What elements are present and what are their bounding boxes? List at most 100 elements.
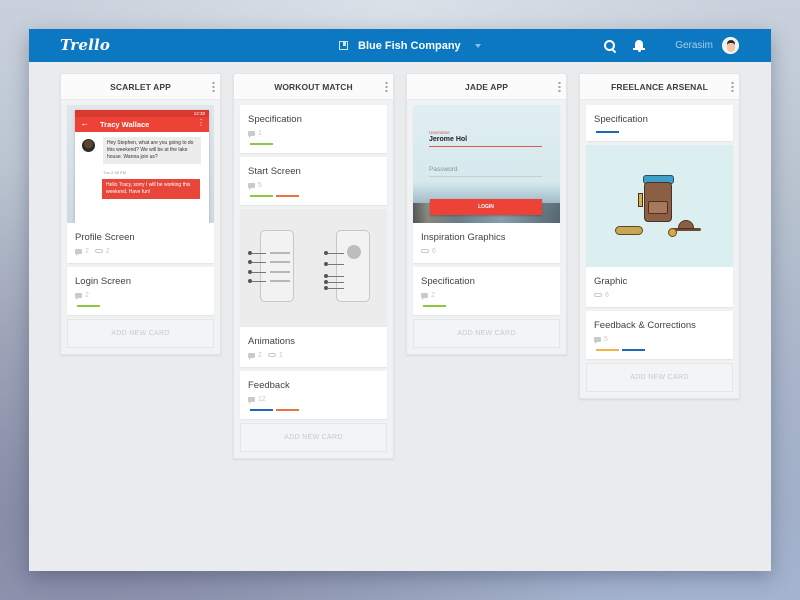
label-blue <box>596 131 619 133</box>
board-name: Blue Fish Company <box>358 39 461 52</box>
comment-count: 2 <box>431 291 435 299</box>
list-title[interactable]: JADE APP <box>465 82 508 92</box>
board-switcher[interactable]: Blue Fish Company <box>339 29 481 62</box>
bell-icon[interactable] <box>633 39 646 53</box>
card-cover-login-mockup: Username Jerome Hol Password LOGIN <box>413 105 560 223</box>
comment-icon <box>594 336 601 344</box>
annotation-line <box>252 262 266 263</box>
list-header: JADE APP <box>407 74 566 100</box>
password-placeholder: Password <box>429 166 458 173</box>
annotation-line <box>252 281 266 282</box>
list-title[interactable]: FREELANCE ARSENAL <box>611 82 708 92</box>
card-badges: 5 <box>248 181 379 190</box>
wireframe-row <box>270 252 290 254</box>
card-badges: 6 <box>594 291 725 299</box>
attachments-badge: 6 <box>594 292 609 299</box>
card-cover-backpack-illustration <box>586 145 733 267</box>
card[interactable]: Specification 2 <box>413 267 560 315</box>
card-body: Graphic 6 <box>586 267 733 307</box>
card-body: Specification <box>586 105 733 141</box>
card[interactable]: Login Screen 2 <box>67 267 214 315</box>
user-avatar[interactable] <box>722 37 739 54</box>
incoming-message: Hey Stephen, what are you going to do th… <box>103 137 201 164</box>
card-list: Specification 1 Start Screen 5 Animations 2… <box>234 100 393 419</box>
add-new-card-button[interactable]: ADD NEW CARD <box>240 423 387 452</box>
card[interactable]: 12:30 ← Tracy Wallace ⋮ Hey Stephen, wha… <box>67 105 214 263</box>
add-new-card-button[interactable]: ADD NEW CARD <box>586 363 733 392</box>
card[interactable]: Specification <box>586 105 733 141</box>
card-labels <box>77 305 206 307</box>
wireframe-phone-right <box>336 230 370 302</box>
card-badges: 5 <box>594 335 725 344</box>
hat-illustration <box>678 220 694 229</box>
list-header: WORKOUT MATCH <box>234 74 393 100</box>
card-body: Login Screen 2 <box>67 267 214 315</box>
card-labels <box>250 195 379 197</box>
username[interactable]: Gerasim <box>675 40 713 51</box>
label-green <box>250 143 273 145</box>
comments-badge: 1 <box>248 130 262 138</box>
more-options-icon[interactable] <box>385 81 388 93</box>
wireframe-row <box>270 280 290 282</box>
card-body: Profile Screen 2 2 <box>67 223 214 263</box>
list-header: FREELANCE ARSENAL <box>580 74 739 100</box>
card-labels <box>596 349 725 351</box>
add-new-card-button[interactable]: ADD NEW CARD <box>413 319 560 348</box>
card-title: Start Screen <box>248 166 301 177</box>
card[interactable]: Specification 1 <box>240 105 387 153</box>
card-title: Inspiration Graphics <box>421 232 506 243</box>
card-labels <box>596 131 725 133</box>
label-orange <box>276 195 299 197</box>
annotation-line <box>328 253 344 254</box>
comment-icon <box>248 396 255 404</box>
add-new-card-button[interactable]: ADD NEW CARD <box>67 319 214 348</box>
comment-icon <box>421 292 428 300</box>
more-options-icon[interactable] <box>212 81 215 93</box>
card-title: Feedback & Corrections <box>594 320 696 331</box>
comment-icon <box>248 352 255 360</box>
wireframe-phone-left <box>260 230 294 302</box>
more-options-icon[interactable] <box>731 81 734 93</box>
comments-badge: 2 <box>421 291 435 300</box>
chat-header: ← Tracy Wallace ⋮ <box>75 117 209 132</box>
attachments-badge: 2 <box>94 248 110 255</box>
card[interactable]: Feedback 12 <box>240 371 387 419</box>
comment-icon <box>75 248 82 256</box>
list-title[interactable]: WORKOUT MATCH <box>274 82 353 92</box>
attachment-icon <box>267 353 276 357</box>
card-badges: 1 <box>248 129 379 138</box>
attachments-badge: 1 <box>267 352 283 359</box>
card[interactable]: Animations 2 1 <box>240 209 387 367</box>
card-body: Specification 2 <box>413 267 560 315</box>
card-title: Specification <box>421 276 475 287</box>
card-badges: 6 <box>421 247 552 255</box>
comments-badge: 2 <box>248 351 262 360</box>
card[interactable]: Username Jerome Hol Password LOGIN Inspi… <box>413 105 560 263</box>
card-list: Specification Graphic 6 Feedback & Correc… <box>580 100 739 359</box>
comment-count: 2 <box>258 351 262 359</box>
list-workout-match: WORKOUT MATCH Specification 1 Start Scree… <box>233 73 394 459</box>
board-icon <box>339 41 348 50</box>
card[interactable]: Feedback & Corrections 5 <box>586 311 733 359</box>
username-underline <box>429 146 542 147</box>
username-value: Jerome Hol <box>429 136 468 143</box>
comment-count: 5 <box>258 181 262 189</box>
annotation-line <box>252 272 266 273</box>
label-green <box>423 305 446 307</box>
comment-count: 5 <box>604 335 608 343</box>
annotation-line <box>328 282 344 283</box>
attachment-count: 6 <box>432 247 436 255</box>
card[interactable]: Start Screen 5 <box>240 157 387 205</box>
trello-logo[interactable]: Trello <box>60 36 110 54</box>
more-options-icon[interactable] <box>558 81 561 93</box>
card-badges: 2 <box>75 291 206 300</box>
attachment-icon <box>594 293 602 297</box>
comments-badge: 2 <box>75 292 89 300</box>
search-icon[interactable] <box>603 39 617 53</box>
attachment-count: 6 <box>605 291 609 299</box>
rope-illustration <box>615 226 643 235</box>
card-labels <box>250 409 379 411</box>
card[interactable]: Graphic 6 <box>586 145 733 307</box>
list-title[interactable]: SCARLET APP <box>110 82 171 92</box>
message-timestamp: Thu 2:35 PM <box>103 170 126 175</box>
